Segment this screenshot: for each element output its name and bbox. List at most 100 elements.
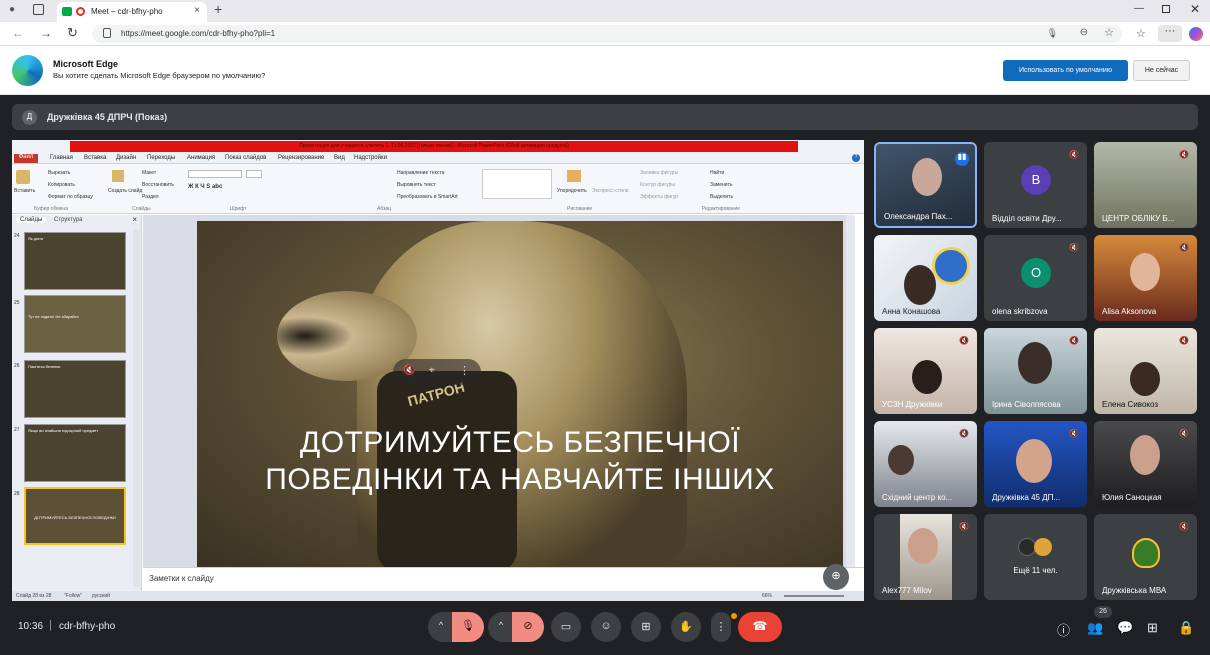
find-label[interactable]: Найти [710,170,724,176]
participant-tile[interactable]: 🔇 Ірина Сіволпясова [984,328,1087,414]
shape-fill-label[interactable]: Заливка фигуры [640,170,678,176]
menu-design[interactable]: Дизайн [116,155,136,161]
menu-animation[interactable]: Анимация [187,155,215,161]
text-direction-label[interactable]: Направление текста [397,170,444,176]
font-size-selector[interactable] [246,170,262,178]
participant-tile[interactable]: Анна Конашова [874,235,977,321]
smartart-label[interactable]: Преобразовать в SmartArt [397,194,458,200]
quick-styles-label[interactable]: Экспресс-стили [592,188,629,194]
align-text-label[interactable]: Выровнять текст [397,182,436,188]
close-window-icon[interactable]: ✕ [1190,2,1200,16]
minimize-icon[interactable]: — [1134,3,1144,14]
profile-icon[interactable]: ● [9,4,15,15]
participant-tile[interactable]: 🔇 Юлия Саноцкая [1094,421,1197,507]
menu-home[interactable]: Главная [50,155,73,161]
workspaces-icon[interactable] [33,4,44,15]
host-controls-icon[interactable]: 🔒 [1178,620,1194,636]
tab-outline[interactable]: Структура [54,217,82,223]
favorites-icon[interactable]: ☆ [1136,27,1146,40]
participant-tile[interactable]: 🔇 Alisa Aksonova [1094,235,1197,321]
mic-off-button[interactable]: 🎙 [452,612,484,642]
mute-tile-icon[interactable]: 🔇 [403,365,415,376]
paste-label[interactable]: Вставить [14,188,35,194]
pin-icon[interactable]: ⌖ [429,365,435,376]
file-menu[interactable]: Файл [14,154,38,163]
help-icon[interactable]: ? [852,154,860,162]
emoji-button[interactable]: ☺ [591,612,621,642]
use-default-button[interactable]: Использовать по умолчанию [1003,60,1128,81]
zoom-slider[interactable] [784,595,844,597]
slide-thumbnail[interactable]: Тут не ходять! Не збирайте [24,295,126,353]
browser-tab[interactable]: Meet – cdr-bfhy-pho × [57,2,207,22]
select-label[interactable]: Выделить [710,194,733,200]
slide-thumbnail[interactable]: Як діяти [24,232,126,290]
menu-review[interactable]: Рецензирование [278,155,324,161]
reset-label[interactable]: Восстановить [142,182,174,188]
copilot-icon[interactable] [1189,27,1203,41]
menu-insert[interactable]: Вставка [84,155,106,161]
new-slide-label[interactable]: Создать слайд [108,188,142,194]
bold-icon[interactable]: Ж К Ч S abc [188,184,222,190]
camera-options-button[interactable]: ^ [488,612,514,642]
participant-tile[interactable]: 🔇 Дружківка 45 ДП... [984,421,1087,507]
shapes-gallery[interactable] [482,169,552,199]
menu-addins[interactable]: Надстройки [354,155,387,161]
participant-tile[interactable]: 🔇 УСЗН Дружківки [874,328,977,414]
mic-options-button[interactable]: ^ [428,612,454,642]
slide-thumbnail[interactable]: Пам'ятка безпеки [24,360,126,418]
more-options-button[interactable]: ⋮ [711,612,731,642]
participant-tile[interactable]: 🔇 ЦЕНТР ОБЛІКУ Б... [1094,142,1197,228]
replace-label[interactable]: Заменить [710,182,732,188]
section-label[interactable]: Раздел [142,194,159,200]
close-panel-icon[interactable]: × [132,215,137,224]
menu-view[interactable]: Вид [334,155,345,161]
copy-label[interactable]: Копировать [48,182,75,188]
leave-call-button[interactable]: ☎ [738,612,782,642]
new-tab-icon[interactable]: + [214,1,222,17]
participant-tile[interactable]: 🔇 В Відділ освіти Дру... [984,142,1087,228]
camera-off-button[interactable]: ⊘ [512,612,544,642]
font-selector[interactable] [188,170,242,178]
more-options-icon[interactable]: ⋮ [459,364,470,377]
close-tab-icon[interactable]: × [194,5,200,16]
tab-slides[interactable]: Слайды [16,217,47,223]
not-now-button[interactable]: Не сейчас [1133,60,1190,81]
format-painter-label[interactable]: Формат по образцу [48,194,93,200]
forward-icon[interactable]: → [40,26,52,40]
present-button[interactable]: ⊞ [631,612,661,642]
cut-label[interactable]: Вырезать [48,170,70,176]
participant-tile[interactable]: 🔇 O olena skribzova [984,235,1087,321]
arrange-icon[interactable] [567,170,581,182]
site-info-icon[interactable] [103,28,111,38]
participant-tile[interactable]: 🔇 Alex777 Milov [874,514,977,600]
participant-tile[interactable]: 🔇 Елена Сивокоз [1094,328,1197,414]
raise-hand-button[interactable]: ✋ [671,612,701,642]
layout-label[interactable]: Макет [142,170,156,176]
participant-tile[interactable]: ▮▮ Олександра Пах... [874,142,977,228]
arrange-label[interactable]: Упорядочить [557,188,587,194]
slide-thumbnail-selected[interactable]: ДОТРИМУЙТЕСЬ БЕЗПЕЧНОЇ ПОВЕДІНКИ [24,487,126,545]
captions-button[interactable]: ▭ [551,612,581,642]
slide-thumbnail[interactable]: Якщо ви знайшли підозрілий предмет [24,424,126,482]
url-field[interactable]: https://meet.google.com/cdr-bfhy-pho?pli… [92,25,1122,43]
vertical-scrollbar[interactable] [846,215,855,567]
restore-icon[interactable] [1162,5,1170,13]
more-participants-tile[interactable]: Ещё 11 чел. [984,514,1087,600]
panel-scrollbar[interactable] [133,229,140,587]
participant-tile[interactable]: 🔇 Дружківська МВА [1094,514,1197,600]
shape-effects-label[interactable]: Эффекты фигур [640,194,678,200]
activities-icon[interactable]: ⊞ [1147,620,1158,636]
new-slide-icon[interactable] [112,170,124,182]
notes-pane[interactable]: Заметки к слайду [143,567,864,589]
people-icon[interactable]: 👥 [1087,620,1103,636]
chat-icon[interactable]: 💬 [1117,620,1133,636]
more-menu-icon[interactable]: ··· [1158,25,1182,42]
shape-outline-label[interactable]: Контур фигуры [640,182,675,188]
menu-transitions[interactable]: Переходы [147,155,175,161]
favorite-star-icon[interactable]: ☆ [1104,26,1114,39]
refresh-icon[interactable]: ↻ [67,25,78,41]
back-icon[interactable]: ← [12,26,24,40]
paste-icon[interactable] [16,170,30,184]
zoom-icon[interactable]: ⊖ [1080,27,1088,38]
menu-slideshow[interactable]: Показ слайдов [225,155,266,161]
